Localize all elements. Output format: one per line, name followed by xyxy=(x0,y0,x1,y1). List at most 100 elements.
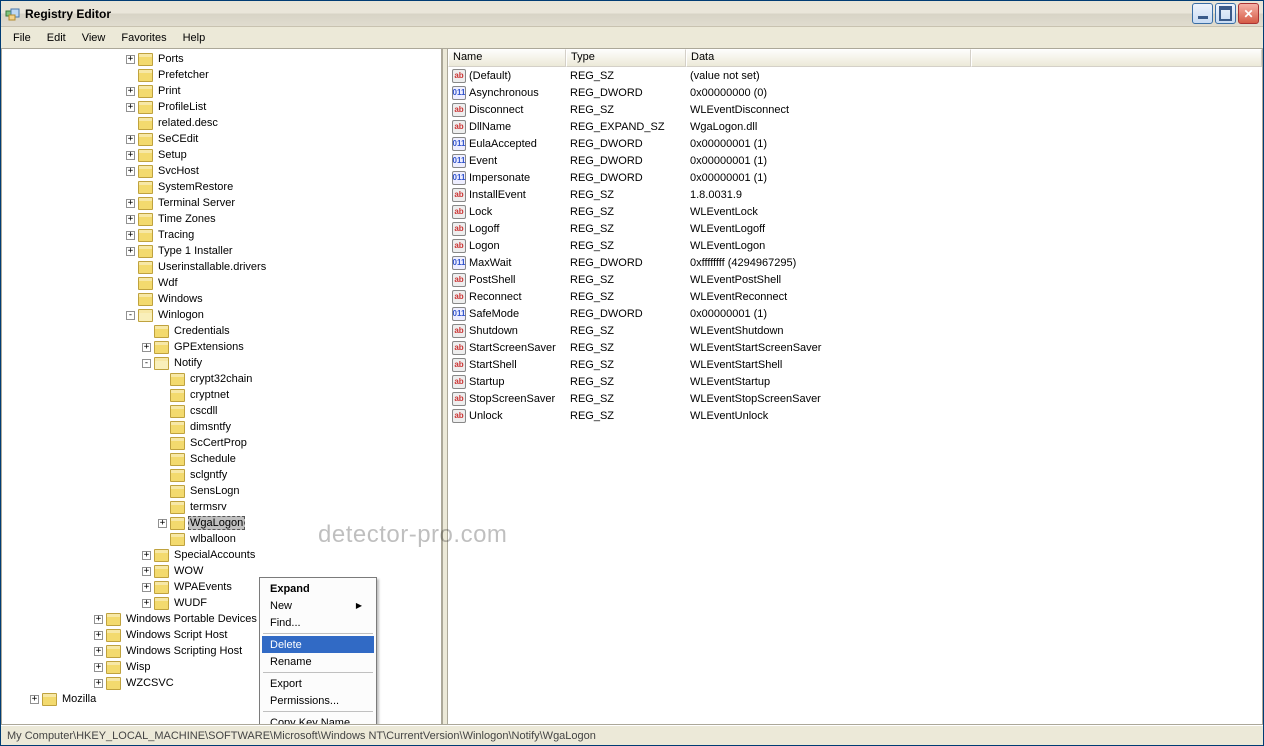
tree-item[interactable]: Windows xyxy=(4,291,441,307)
context-menu-item[interactable]: Rename xyxy=(262,653,374,670)
tree-item[interactable]: +Type 1 Installer xyxy=(4,243,441,259)
value-row[interactable]: abStartScreenSaverREG_SZWLEventStartScre… xyxy=(448,339,1262,356)
expand-icon[interactable]: + xyxy=(142,599,151,608)
value-row[interactable]: abDisconnectREG_SZWLEventDisconnect xyxy=(448,101,1262,118)
expand-icon[interactable]: + xyxy=(126,55,135,64)
context-menu-item[interactable]: New xyxy=(262,597,374,614)
context-menu[interactable]: ExpandNewFind... DeleteRename Export Permis… xyxy=(259,577,377,725)
tree-item[interactable]: cscdll xyxy=(4,403,441,419)
value-row[interactable]: abStartupREG_SZWLEventStartup xyxy=(448,373,1262,390)
value-row[interactable]: abInstallEventREG_SZ1.8.0031.9 xyxy=(448,186,1262,203)
tree-item[interactable]: -Winlogon xyxy=(4,307,441,323)
value-row[interactable]: 011MaxWaitREG_DWORD0xffffffff (429496729… xyxy=(448,254,1262,271)
context-menu-item[interactable]: Expand xyxy=(262,580,374,597)
value-row[interactable]: 011AsynchronousREG_DWORD0x00000000 (0) xyxy=(448,84,1262,101)
value-row[interactable]: abStartShellREG_SZWLEventStartShell xyxy=(448,356,1262,373)
context-menu-item[interactable]: Export xyxy=(262,675,374,692)
value-row[interactable]: 011EventREG_DWORD0x00000001 (1) xyxy=(448,152,1262,169)
value-row[interactable]: abLogoffREG_SZWLEventLogoff xyxy=(448,220,1262,237)
value-row[interactable]: abLogonREG_SZWLEventLogon xyxy=(448,237,1262,254)
value-row[interactable]: 011ImpersonateREG_DWORD0x00000001 (1) xyxy=(448,169,1262,186)
expand-icon[interactable]: + xyxy=(126,231,135,240)
expand-icon[interactable]: + xyxy=(126,167,135,176)
tree-item[interactable]: wlballoon xyxy=(4,531,441,547)
tree-item[interactable]: dimsntfy xyxy=(4,419,441,435)
tree-item[interactable]: crypt32chain xyxy=(4,371,441,387)
expand-icon[interactable]: + xyxy=(126,135,135,144)
expand-icon[interactable]: + xyxy=(158,519,167,528)
collapse-icon[interactable]: - xyxy=(142,359,151,368)
close-button[interactable] xyxy=(1238,3,1259,24)
expand-icon[interactable]: + xyxy=(142,583,151,592)
value-row[interactable]: abDllNameREG_EXPAND_SZWgaLogon.dll xyxy=(448,118,1262,135)
value-row[interactable]: abUnlockREG_SZWLEventUnlock xyxy=(448,407,1262,424)
context-menu-item[interactable]: Find... xyxy=(262,614,374,631)
col-name[interactable]: Name xyxy=(448,49,566,67)
context-menu-item[interactable]: Copy Key Name xyxy=(262,714,374,725)
tree-item[interactable]: ScCertProp xyxy=(4,435,441,451)
value-row[interactable]: abPostShellREG_SZWLEventPostShell xyxy=(448,271,1262,288)
titlebar[interactable]: Registry Editor xyxy=(1,1,1263,27)
tree-item[interactable]: +Terminal Server xyxy=(4,195,441,211)
tree-item[interactable]: +SvcHost xyxy=(4,163,441,179)
menu-edit[interactable]: Edit xyxy=(39,30,74,46)
col-type[interactable]: Type xyxy=(566,49,686,67)
value-row[interactable]: ab(Default)REG_SZ(value not set) xyxy=(448,67,1262,84)
value-row[interactable]: abStopScreenSaverREG_SZWLEventStopScreen… xyxy=(448,390,1262,407)
expand-icon[interactable]: + xyxy=(126,103,135,112)
tree-item[interactable]: +Ports xyxy=(4,51,441,67)
tree-item[interactable]: termsrv xyxy=(4,499,441,515)
menu-file[interactable]: File xyxy=(5,30,39,46)
value-row[interactable]: abShutdownREG_SZWLEventShutdown xyxy=(448,322,1262,339)
tree-item[interactable]: related.desc xyxy=(4,115,441,131)
expand-icon[interactable]: + xyxy=(126,247,135,256)
minimize-button[interactable] xyxy=(1192,3,1213,24)
value-row[interactable]: abLockREG_SZWLEventLock xyxy=(448,203,1262,220)
tree-item[interactable]: sclgntfy xyxy=(4,467,441,483)
expand-icon[interactable]: + xyxy=(94,663,103,672)
context-menu-item[interactable]: Permissions... xyxy=(262,692,374,709)
value-row[interactable]: abReconnectREG_SZWLEventReconnect xyxy=(448,288,1262,305)
expand-icon[interactable]: + xyxy=(126,151,135,160)
expand-icon[interactable]: + xyxy=(142,551,151,560)
tree-item[interactable]: +ProfileList xyxy=(4,99,441,115)
tree-item[interactable]: +Time Zones xyxy=(4,211,441,227)
expand-icon[interactable]: + xyxy=(94,679,103,688)
menu-help[interactable]: Help xyxy=(175,30,214,46)
value-row[interactable]: 011EulaAcceptedREG_DWORD0x00000001 (1) xyxy=(448,135,1262,152)
expand-icon[interactable]: + xyxy=(94,615,103,624)
value-row[interactable]: 011SafeModeREG_DWORD0x00000001 (1) xyxy=(448,305,1262,322)
tree-item[interactable]: -Notify xyxy=(4,355,441,371)
tree-item[interactable]: Wdf xyxy=(4,275,441,291)
expand-icon[interactable]: + xyxy=(126,215,135,224)
tree-item[interactable]: Schedule xyxy=(4,451,441,467)
maximize-button[interactable] xyxy=(1215,3,1236,24)
expand-icon[interactable]: + xyxy=(126,199,135,208)
expand-icon[interactable]: + xyxy=(94,647,103,656)
tree-item[interactable]: +GPExtensions xyxy=(4,339,441,355)
tree-item[interactable]: +SeCEdit xyxy=(4,131,441,147)
tree-item[interactable]: Userinstallable.drivers xyxy=(4,259,441,275)
expand-icon[interactable]: + xyxy=(126,87,135,96)
tree-item[interactable]: +SpecialAccounts xyxy=(4,547,441,563)
expand-icon[interactable]: + xyxy=(30,695,39,704)
tree-item[interactable]: SensLogn xyxy=(4,483,441,499)
tree-item[interactable]: +WgaLogon xyxy=(4,515,441,531)
expand-icon[interactable]: + xyxy=(142,567,151,576)
collapse-icon[interactable]: - xyxy=(126,311,135,320)
menu-favorites[interactable]: Favorites xyxy=(113,30,174,46)
tree-item[interactable]: +Setup xyxy=(4,147,441,163)
col-data[interactable]: Data xyxy=(686,49,971,67)
tree-item[interactable]: SystemRestore xyxy=(4,179,441,195)
context-menu-item[interactable]: Delete xyxy=(262,636,374,653)
tree-item[interactable]: Credentials xyxy=(4,323,441,339)
values-rows[interactable]: ab(Default)REG_SZ(value not set)011Async… xyxy=(448,67,1262,724)
menu-view[interactable]: View xyxy=(74,30,114,46)
tree-item[interactable]: +Tracing xyxy=(4,227,441,243)
tree-item[interactable]: +Print xyxy=(4,83,441,99)
tree-item[interactable]: Prefetcher xyxy=(4,67,441,83)
expand-icon[interactable]: + xyxy=(94,631,103,640)
expand-icon[interactable]: + xyxy=(142,343,151,352)
tree-item[interactable]: cryptnet xyxy=(4,387,441,403)
context-menu-label: Export xyxy=(270,678,302,690)
